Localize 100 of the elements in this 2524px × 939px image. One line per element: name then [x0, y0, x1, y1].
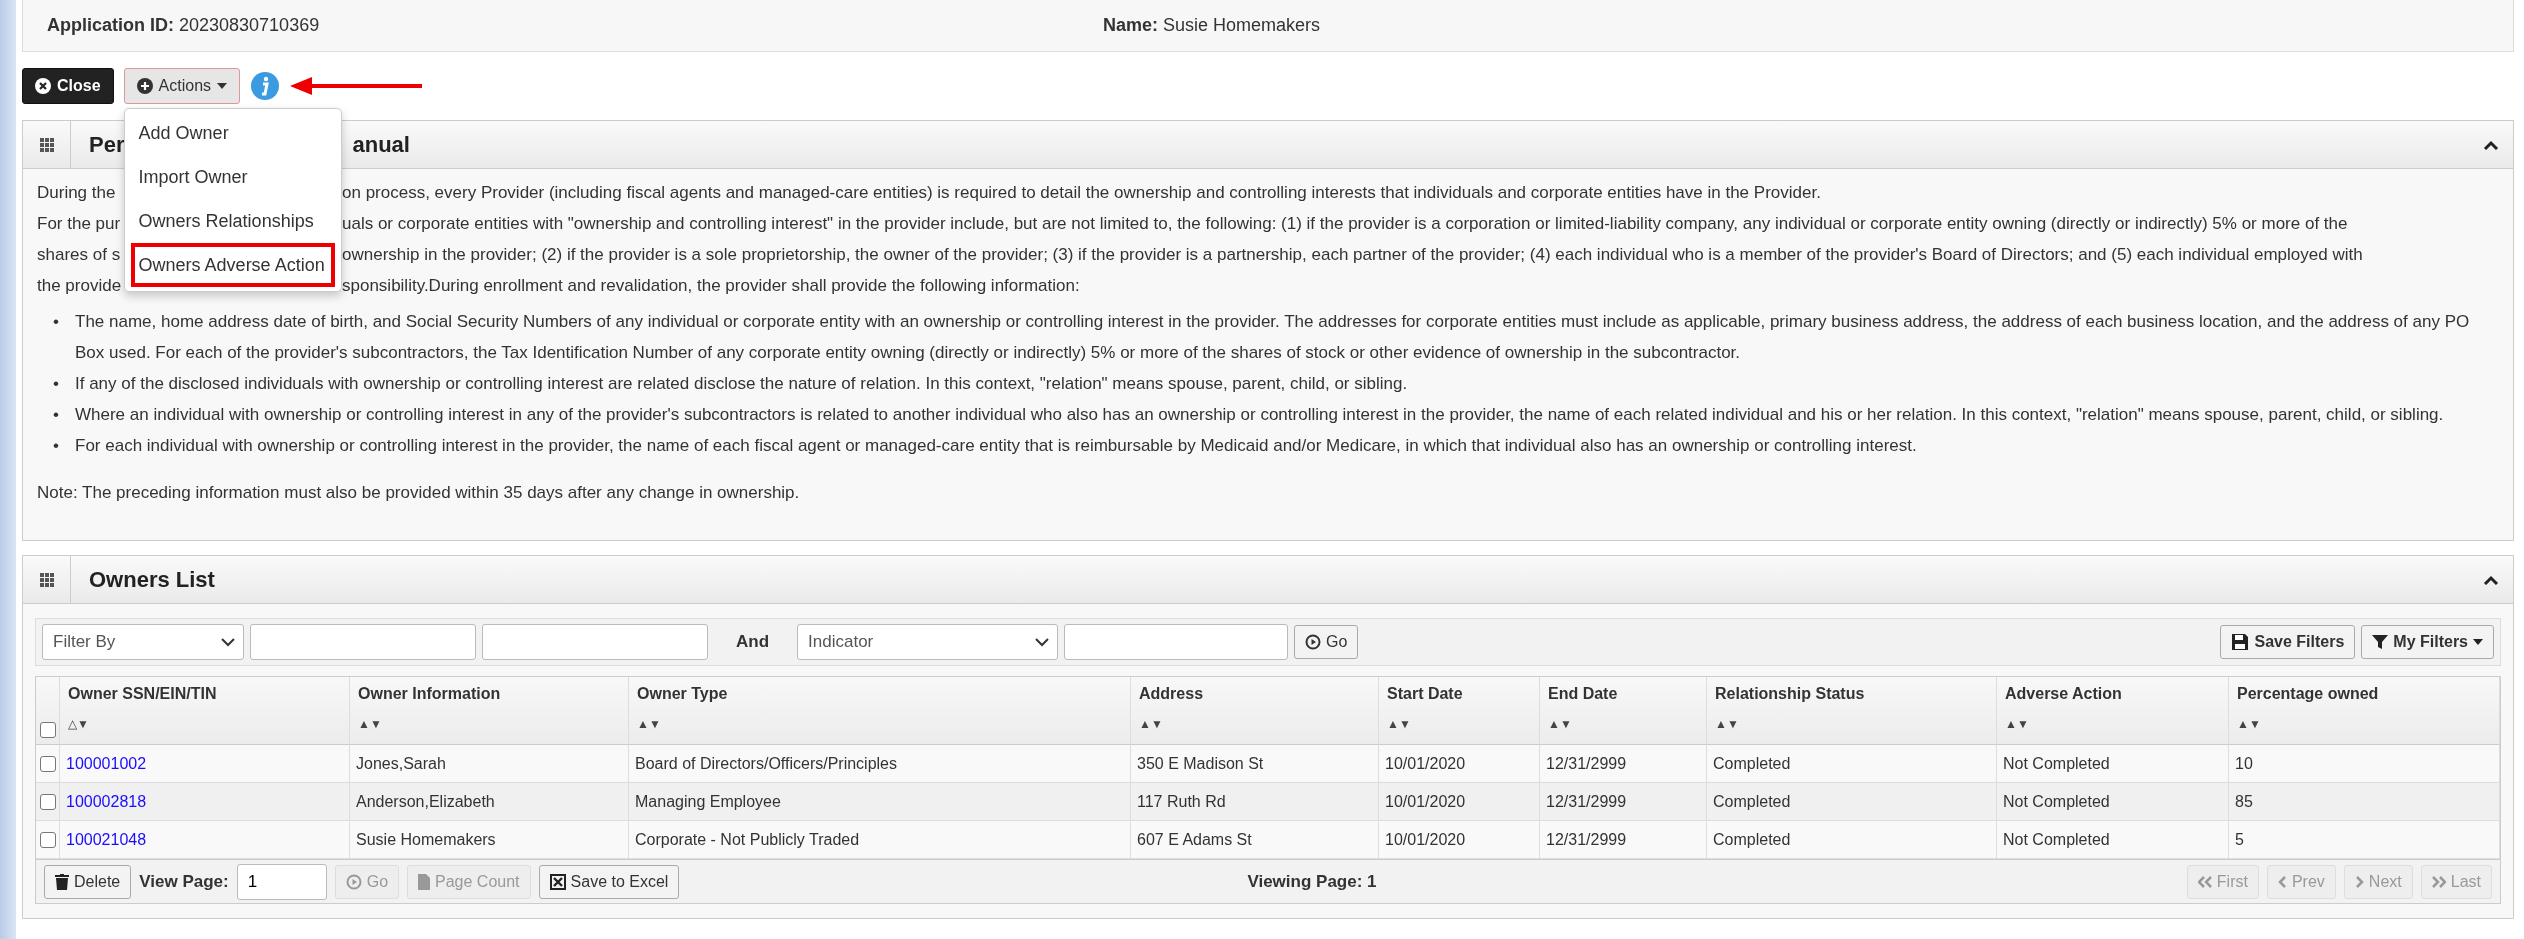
filter-by-select[interactable]: Filter By: [42, 624, 244, 660]
table-cell: 117 Ruth Rd: [1131, 783, 1379, 821]
save-to-excel-button[interactable]: Save to Excel: [538, 864, 680, 899]
menu-item[interactable]: Add Owner: [130, 111, 335, 155]
bullet-text: If any of the disclosed individuals with ownership or controlling interest are related disclose the nature of relation. In this context, "relation" means spouse, parent, child, or sibling.: [75, 373, 1409, 395]
paragraph-text: ownership in the provider; (2) if the provider is a sole proprietorship, the owner of the provider; (3) if the provider is a partnership, each partner of the provider; (4) each individual who is a member of the provider's Board of Directors; and (5) each individual employed with: [342, 244, 2363, 266]
close-button[interactable]: Close: [22, 68, 114, 104]
menu-item[interactable]: Owners Adverse Action: [130, 243, 335, 287]
table-cell: Jones,Sarah: [350, 745, 629, 783]
applicant-name: Name: Susie Homemakers: [1103, 15, 1322, 36]
table-cell: 10/01/2020: [1379, 821, 1540, 859]
info-icon[interactable]: [250, 71, 281, 101]
actions-button[interactable]: Actions: [123, 68, 241, 104]
caret-icon: [2473, 639, 2483, 645]
table-cell: Anderson,Elizabeth: [350, 783, 629, 821]
view-page-field[interactable]: 1: [236, 863, 327, 900]
trash-icon: [55, 873, 69, 890]
table-cell: 607 E Adams St: [1131, 821, 1379, 859]
filter-value-field[interactable]: [250, 624, 476, 660]
table-cell: 10/01/2020: [1379, 745, 1540, 783]
panel-title: Per: [89, 131, 125, 158]
owner-id-link[interactable]: 100002818: [66, 792, 147, 811]
column-header[interactable]: Percentage owned ▲▼: [2229, 677, 2500, 745]
grid-icon: [39, 137, 54, 152]
bullet-marker: •: [53, 311, 60, 333]
menu-item[interactable]: Owners Relationships: [130, 199, 335, 243]
table-cell: Board of Directors/Officers/Principles: [629, 745, 1131, 783]
menu-item[interactable]: Import Owner: [130, 155, 335, 199]
paragraph-text: During the: [37, 182, 116, 204]
column-header[interactable]: Owner Information ▲▼: [350, 677, 629, 745]
indicator-value-field[interactable]: [1064, 624, 1289, 660]
row-checkbox[interactable]: [39, 755, 56, 772]
panel-title: Owners List: [89, 566, 215, 593]
filter-value-field[interactable]: [482, 624, 708, 660]
spreadsheet-icon: [549, 873, 566, 890]
bullet-marker: •: [53, 404, 60, 426]
row-checkbox[interactable]: [39, 831, 56, 848]
table-cell: Not Completed: [1997, 783, 2229, 821]
double-chevron-right-icon: [2431, 875, 2446, 888]
note-text: Note: The preceding information must also be provided within 35 days after any change in ownership.: [37, 482, 801, 504]
paragraph-text: sponsibility.During enrollment and revalidation, the provider shall provide the following information:: [342, 275, 1080, 297]
paragraph-text: shares of s: [37, 244, 121, 266]
paragraph-text: For the pur: [37, 213, 121, 235]
table-cell: 5: [2229, 821, 2500, 859]
close-icon: [35, 78, 51, 94]
bullet-marker: •: [53, 435, 60, 457]
column-header[interactable]: Start Date ▲▼: [1379, 677, 1540, 745]
application-id: Application ID: 20230830710369: [47, 15, 321, 36]
view-page-label: View Page:: [139, 871, 229, 892]
table-cell: Managing Employee: [629, 783, 1131, 821]
table-cell: Completed: [1707, 783, 1997, 821]
table-cell: 12/31/2999: [1540, 783, 1707, 821]
bullet-text: The name, home address date of birth, and Social Security Numbers of any individual or corporate entity with an ownership or controlling interest in the provider. The addresses for corporate entities must include as applicable, primary business address, the address of each business location, and the address of any PO Box used. For each of the provider's subcontractors, the Tax Identification Number of any corporate entity owning (directly or indirectly) 5% or more of the shares of stock or other evidence of ownership in the subcontractor.: [75, 311, 2471, 364]
double-chevron-left-icon: [2197, 875, 2212, 888]
column-header[interactable]: Address ▲▼: [1131, 677, 1379, 745]
document-icon: [418, 873, 431, 890]
caret-icon: [217, 83, 228, 89]
table-cell: Completed: [1707, 745, 1997, 783]
row-checkbox[interactable]: [39, 793, 56, 810]
table-cell: 10/01/2020: [1379, 783, 1540, 821]
owner-id-link[interactable]: 100021048: [66, 830, 147, 849]
table-cell: 350 E Madison St: [1131, 745, 1379, 783]
bullet-marker: •: [53, 373, 60, 395]
save-filters-button[interactable]: Save Filters: [2220, 625, 2356, 659]
column-header[interactable]: Relationship Status ▲▼: [1707, 677, 1997, 745]
my-filters-button[interactable]: My Filters: [2361, 625, 2494, 659]
table-cell: 10: [2229, 745, 2500, 783]
table-cell: Corporate - Not Publicly Traded: [629, 821, 1131, 859]
table-cell: Completed: [1707, 821, 1997, 859]
owner-id-link[interactable]: 100001002: [66, 754, 147, 773]
delete-button[interactable]: Delete: [44, 864, 132, 899]
paragraph-text: on process, every Provider (including fiscal agents and managed-care entities) is required to detail the ownership and controlling interests that individuals and corporate entities have in the Provider.: [342, 182, 1821, 204]
select-all-checkbox[interactable]: [39, 722, 56, 738]
paragraph-text: uals or corporate entities with "ownership and controlling interest" in the provider include, but are not limited to, the following: (1) if the provider is a corporation or limited-liability company, any individual or corporate entity owning (directly or indirectly) 5% or more of the: [342, 213, 2348, 235]
column-header[interactable]: End Date ▲▼: [1540, 677, 1707, 745]
chevron-right-icon: [2354, 875, 2364, 888]
panel-title: anual: [352, 131, 410, 158]
table-cell: Susie Homemakers: [350, 821, 629, 859]
funnel-icon: [2372, 634, 2389, 650]
column-header[interactable]: Owner Type ▲▼: [629, 677, 1131, 745]
table-cell: 85: [2229, 783, 2500, 821]
table-cell: Not Completed: [1997, 745, 2229, 783]
chevron-down-icon: [1035, 637, 1050, 647]
column-header[interactable]: Adverse Action ▲▼: [1997, 677, 2229, 745]
paragraph-text: the provide: [37, 275, 122, 297]
column-header[interactable]: Owner SSN/EIN/TIN △▼: [60, 677, 350, 745]
grid-icon: [39, 572, 54, 587]
indicator-select[interactable]: Indicator: [797, 624, 1059, 660]
play-circle-icon: [1305, 634, 1322, 650]
go-button[interactable]: Go: [1294, 625, 1359, 659]
table-cell: 12/31/2999: [1540, 821, 1707, 859]
and-label: And: [736, 632, 770, 652]
table-cell: Not Completed: [1997, 821, 2229, 859]
viewing-page-text: Viewing Page: 1: [1247, 871, 1377, 892]
bullet-text: For each individual with ownership or controlling interest in the provider, the name of each fiscal agent or managed-care entity that is reimbursable by Medicaid and/or Medicare, in which that individual also has an ownership or controlling interest.: [75, 435, 1918, 457]
plus-icon: [136, 78, 153, 94]
bullet-text: Where an individual with ownership or controlling interest in any of the provider's subcontractors is related to another individual who also has an ownership or controlling interest in the provider, the name of each related individual and his or her relation. In this context, "relation" means spouse, parent, child, or sibling.: [75, 404, 2445, 426]
play-circle-icon: [345, 873, 362, 890]
table-cell: 12/31/2999: [1540, 745, 1707, 783]
chevron-down-icon: [221, 637, 235, 647]
